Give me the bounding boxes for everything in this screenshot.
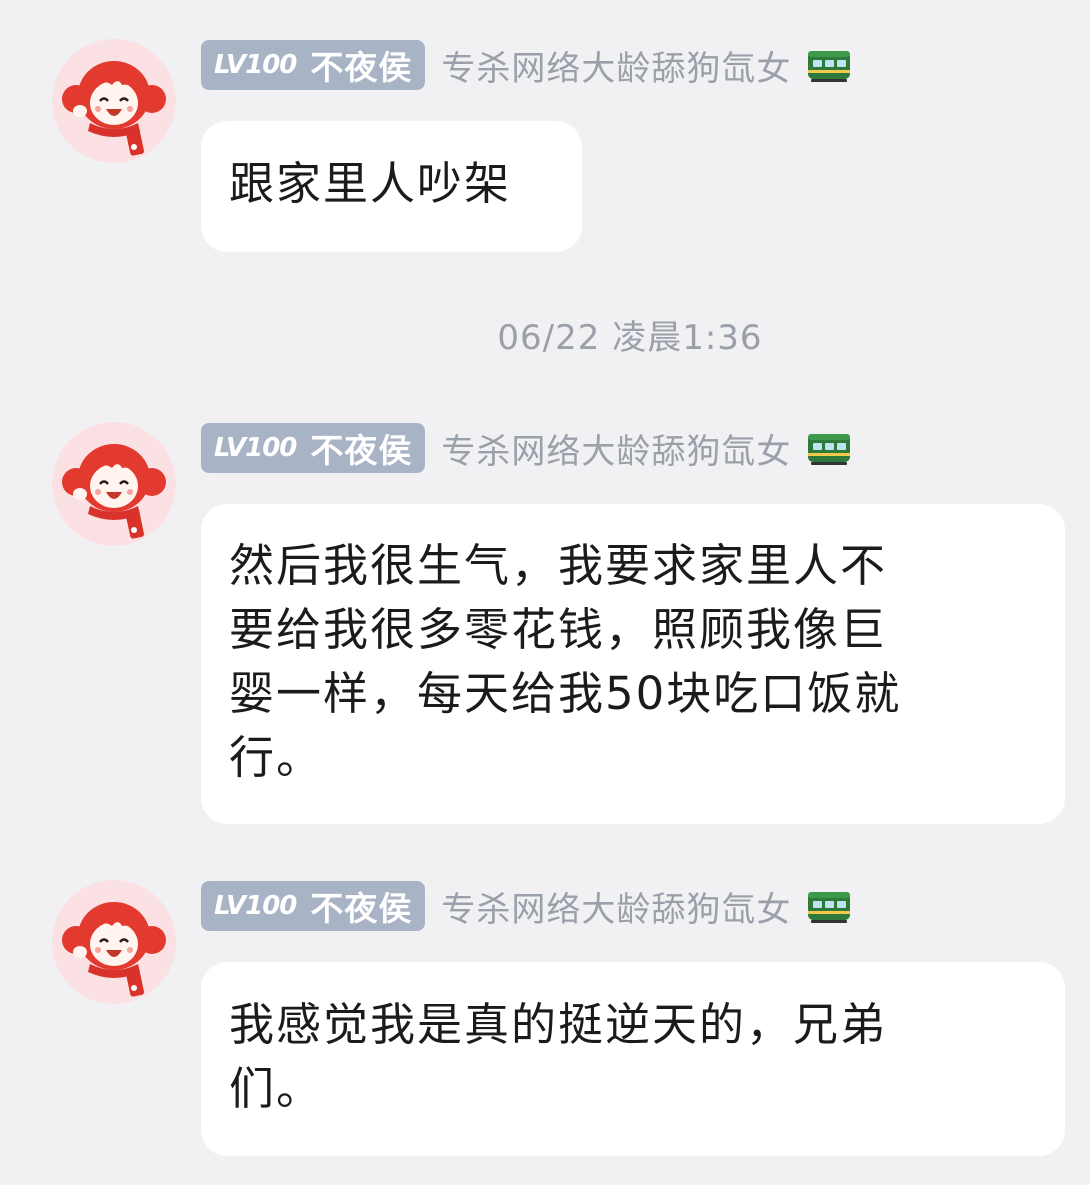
- title-label: 不夜侯: [310, 48, 413, 87]
- avatar[interactable]: [52, 39, 176, 163]
- level-badge[interactable]: LV100 不夜侯: [201, 881, 426, 931]
- message-bubble[interactable]: 我感觉我是真的挺逆天的，兄弟 们。: [201, 962, 1065, 1156]
- message-bubble[interactable]: 跟家里人吵架: [201, 121, 582, 252]
- timestamp: 06/22 凌晨1:36: [497, 318, 763, 358]
- message-header: LV100 不夜侯 专杀网络大龄舔狗氙女: [201, 39, 853, 91]
- level-badge[interactable]: LV100 不夜侯: [201, 423, 426, 473]
- green-train-icon: [805, 886, 853, 926]
- message-text: 跟家里人吵架: [229, 157, 512, 210]
- title-label: 不夜侯: [310, 431, 413, 470]
- cartoon-girl-avatar-icon: [52, 39, 176, 163]
- message-header: LV100 不夜侯 专杀网络大龄舔狗氙女: [201, 880, 853, 932]
- message-text: 然后我很生气，我要求家里人不 要给我很多零花钱，照顾我像巨 婴一样，每天给我50…: [229, 539, 902, 784]
- username[interactable]: 专杀网络大龄舔狗氙女: [441, 41, 791, 90]
- title-label: 不夜侯: [310, 889, 413, 928]
- message-bubble[interactable]: 然后我很生气，我要求家里人不 要给我很多零花钱，照顾我像巨 婴一样，每天给我50…: [201, 504, 1065, 824]
- message-header: LV100 不夜侯 专杀网络大龄舔狗氙女: [201, 422, 853, 474]
- cartoon-girl-avatar-icon: [52, 422, 176, 546]
- avatar[interactable]: [52, 422, 176, 546]
- level-label: LV100: [214, 433, 297, 463]
- username[interactable]: 专杀网络大龄舔狗氙女: [441, 882, 791, 931]
- message-text: 我感觉我是真的挺逆天的，兄弟 们。: [229, 998, 888, 1115]
- level-label: LV100: [214, 891, 297, 921]
- green-train-icon: [805, 428, 853, 468]
- username[interactable]: 专杀网络大龄舔狗氙女: [441, 424, 791, 473]
- level-label: LV100: [214, 50, 297, 80]
- avatar[interactable]: [52, 880, 176, 1004]
- green-train-icon: [805, 45, 853, 85]
- cartoon-girl-avatar-icon: [52, 880, 176, 1004]
- level-badge[interactable]: LV100 不夜侯: [201, 40, 426, 90]
